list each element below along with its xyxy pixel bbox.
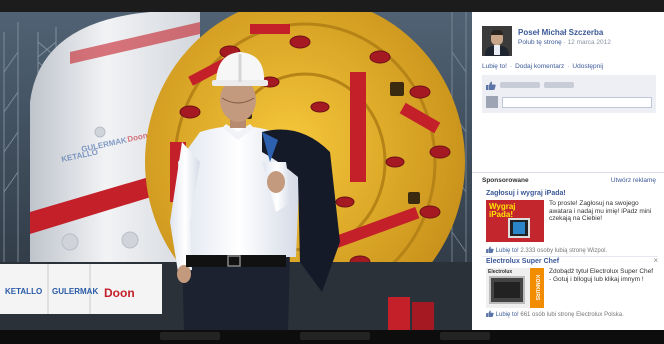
post-actions: Lubię to! · Dodaj komentarz · Udostępnij [482,63,603,70]
create-ad-link[interactable]: Utwórz reklamę [611,177,656,184]
ad-2-brand: Electrolux [488,269,513,275]
author-avatar[interactable] [482,26,512,56]
commenter-avatar [486,96,498,108]
likes-row [486,79,652,93]
thumbs-up-icon [486,81,496,90]
sign-1: KETALLO [5,287,42,296]
like-page-link[interactable]: Polub tę stronę [518,39,562,46]
ad-1-body: To proste! Zagłosuj na swojego awatara i… [549,200,652,222]
close-icon[interactable]: × [653,256,658,265]
share-action[interactable]: Udostępnij [572,63,603,70]
tablet-screen [513,222,525,234]
post-date[interactable]: 12 marca 2012 [568,39,611,46]
ad-2-body: Zdobądź tytuł Electrolux Super Chef - Go… [549,268,654,283]
post-meta: Polub tę stronę · 12 marca 2012 [518,39,611,46]
ad-2-like-row: Lubię to! 661 osób lubi stronę Electrolu… [486,310,624,318]
sign-3: Doon [104,286,135,300]
redacted-liker [544,82,574,88]
comment-input[interactable] [502,97,652,108]
meta-separator: · [563,39,566,46]
ad-1-like-stat: 2.333 osoby lubią stronę Wizpol. [520,248,608,254]
thumbs-up-icon [486,246,494,253]
comment-action[interactable]: Dodaj komentarz [515,63,564,70]
action-separator: · [509,63,513,70]
ad-2-image[interactable]: Electrolux KONKURS [486,268,544,308]
redacted-liker [500,82,540,88]
sign-2: GULERMAK [52,287,98,296]
post-photo: KETALLO GULERMAK Doon KETALLO GULERMAK D… [0,12,472,330]
ad-1-image-text: Wygraj iPada! [489,202,516,219]
lightbox-top-bar [0,0,664,12]
ad-1-like-button[interactable]: Lubię to! [496,248,519,254]
ad-2-side-banner: KONKURS [530,268,544,308]
ad-2-title[interactable]: Electrolux Super Chef [486,258,559,265]
ad-2-like-button[interactable]: Lubię to! [496,312,519,318]
sponsored-heading: Sponsorowane [482,177,529,184]
oven-window [494,282,520,298]
post-sidebar: Poseł Michał Szczerba Polub tę stronę · … [472,12,664,330]
lightbox-bottom-bar [0,330,664,344]
action-separator: · [567,63,570,70]
thumbs-up-icon [486,310,494,317]
likes-and-comments-box [482,75,656,113]
ad-1-like-row: Lubię to! 2.333 osoby lubią stronę Wizpo… [486,246,607,254]
like-action[interactable]: Lubię to! [482,63,507,70]
ad-1-title[interactable]: Zagłosuj i wygraj iPada! [486,190,566,197]
comment-row [486,95,652,109]
photo-viewer[interactable]: KETALLO GULERMAK Doon KETALLO GULERMAK D… [0,12,472,330]
ad-2-like-stat: 661 osób lubi stronę Electrolux Polska. [520,312,624,318]
ad-separator [482,256,658,257]
section-divider [472,172,664,173]
ad-1-image[interactable]: Wygraj iPada! [486,200,544,242]
author-name-link[interactable]: Poseł Michał Szczerba [518,28,603,37]
